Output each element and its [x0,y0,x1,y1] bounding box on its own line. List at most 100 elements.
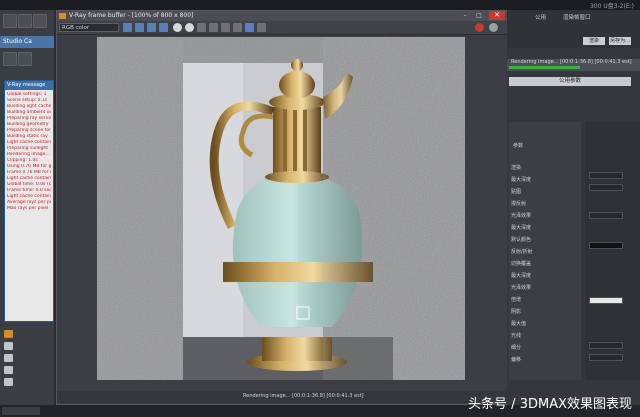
copy-icon[interactable] [209,23,218,32]
log-line: Average rays per pix [7,200,51,205]
log-line: Building ambient occ [7,110,51,115]
mono-icon[interactable] [185,23,194,32]
color-swatch[interactable] [589,242,623,249]
load-icon[interactable] [197,23,206,32]
taskbar-button[interactable] [2,407,40,415]
log-line: Using 0.76 MB for gl [7,164,51,169]
param-label: 切换覆盖 [511,261,532,267]
param-label: 偏移 [511,357,522,363]
log-line: Clipping: 1.0s [7,158,38,163]
toolbar-icon[interactable] [18,14,32,28]
common-params-button[interactable]: 公用参数 [509,77,631,86]
status-text: Rendering image... [00:0:1:36.8] [00:0:4… [243,393,364,399]
red-channel-icon[interactable] [135,23,144,32]
vfb-status-bar: Rendering image... [00:0:1:36.8] [00:0:4… [57,391,507,403]
green-channel-icon[interactable] [147,23,156,32]
param-label: 倍增 [511,297,522,303]
track-mouse-icon[interactable] [233,23,242,32]
save-as-button[interactable]: 另存为... [609,37,631,45]
log-line: Light cache contains [7,176,51,181]
log-line: Building static ray [7,134,48,139]
max-app-icon[interactable] [3,14,17,28]
tab-common[interactable]: 公用 [535,13,546,21]
blue-channel-icon[interactable] [159,23,168,32]
log-line: Scene setup: 0.1s [7,98,48,103]
log-line: Building geometry [7,122,49,127]
alpha-icon[interactable] [173,23,182,32]
log-line: Light cache contain [7,194,51,199]
tool-icon[interactable] [4,366,13,374]
os-top-bar: 300 U盘3-2(E:) [0,0,640,10]
render-progress: Rendering image... [00:0:1:36.8] [00:0:4… [507,59,640,71]
progress-label: Rendering image... [00:0:1:36.8] [00:0:4… [511,59,632,65]
parameters-rollout: 参数 渲染 最大深度 贴图 漫反射 光泽效果 最大深度 默认颜色 反射/折射 切换覆盖 最大深度光… [509,122,581,380]
render-icon[interactable] [4,330,13,338]
param-label: 光泽效果 [511,213,532,219]
toolbar-icon[interactable] [33,14,47,28]
log-line: Preparing sunlight [7,146,49,151]
max-left-toolbar: Studio Ca V-Ray message Global settings:… [0,10,54,405]
maximize-button[interactable]: □ [473,12,485,20]
param-label: 渲染 [511,165,522,171]
render-setup-top: 公用 渲染帧窗口 渲染 另存为... [507,10,640,48]
render-button[interactable]: 渲染 [583,37,605,45]
param-label: 反射/折射 [511,249,533,255]
log-line: Global time: 0.0s (c [7,182,51,187]
render-canvas[interactable] [97,37,465,380]
vfb-title: V-Ray frame buffer - [100% of 800 x 800] [69,12,194,19]
param-label: 漫反射 [511,201,527,207]
section-label: 参数 [513,143,524,149]
save-icon[interactable] [123,23,132,32]
minimize-button[interactable]: – [459,12,471,20]
region-icon[interactable] [221,23,230,32]
param-label: 贴图 [511,189,522,195]
tool-icon[interactable] [4,354,13,362]
status-icons [61,393,161,401]
number-field[interactable] [589,354,623,361]
param-label: 阴影 [511,309,522,315]
watermark: 头条号 / 3DMAX效果图表现 [468,397,632,412]
log-line: Rendering image... [7,152,50,157]
param-label: 最大深度 [511,177,532,183]
param-label: 最大深度 [511,273,532,279]
vray-messages-title: V-Ray message [5,81,53,90]
studio-cam-label[interactable]: Studio Ca [0,36,54,48]
number-field[interactable] [589,212,623,219]
param-fields [585,122,640,380]
close-button[interactable]: ✕ [489,11,505,20]
stop-render-icon[interactable] [475,23,484,32]
number-field[interactable] [589,184,623,191]
channel-select[interactable]: RGB color [59,23,119,32]
clear-icon[interactable] [245,23,254,32]
vray-messages-window: V-Ray message Global settings: 1 Scene se… [4,80,54,322]
tool-icon[interactable] [4,342,13,350]
progress-fill [509,66,580,69]
param-label: 最大值 [511,321,527,327]
log-line: Frame time: 0.0 sec [7,188,51,193]
tab-frame-window[interactable]: 渲染帧窗口 [563,13,591,21]
log-line: Frame 0.76 MB for re [7,170,51,175]
vray-logo-icon [59,13,66,19]
rendered-image [97,37,465,380]
color-swatch[interactable] [589,297,623,304]
log-line: Preparing ray server [7,116,51,121]
number-field[interactable] [589,172,623,179]
render-setup-panel: 公用 渲染帧窗口 渲染 另存为... Rendering image... [0… [507,10,640,405]
param-label: 细分 [511,345,522,351]
log-line: Global settings: 1 [7,92,47,97]
tool-icon[interactable] [4,378,13,386]
param-label: 默认颜色 [511,237,532,243]
move-icon[interactable] [18,52,32,66]
link-icon[interactable] [257,23,266,32]
log-line: Max rays per pixel [7,206,49,211]
os-drive-label: 300 U盘3-2(E:) [589,3,634,10]
param-label: 光线 [511,333,522,339]
log-line: Light cache contains [7,140,51,145]
vfb-titlebar: V-Ray frame buffer - [100% of 800 x 800]… [57,11,507,21]
log-line: Building light cache [7,104,51,109]
number-field[interactable] [589,342,623,349]
camera-icon[interactable] [3,52,17,66]
vray-frame-buffer-window: V-Ray frame buffer - [100% of 800 x 800]… [56,10,508,405]
render-teapot-icon[interactable] [489,23,498,32]
vfb-toolbar: RGB color [57,21,507,35]
